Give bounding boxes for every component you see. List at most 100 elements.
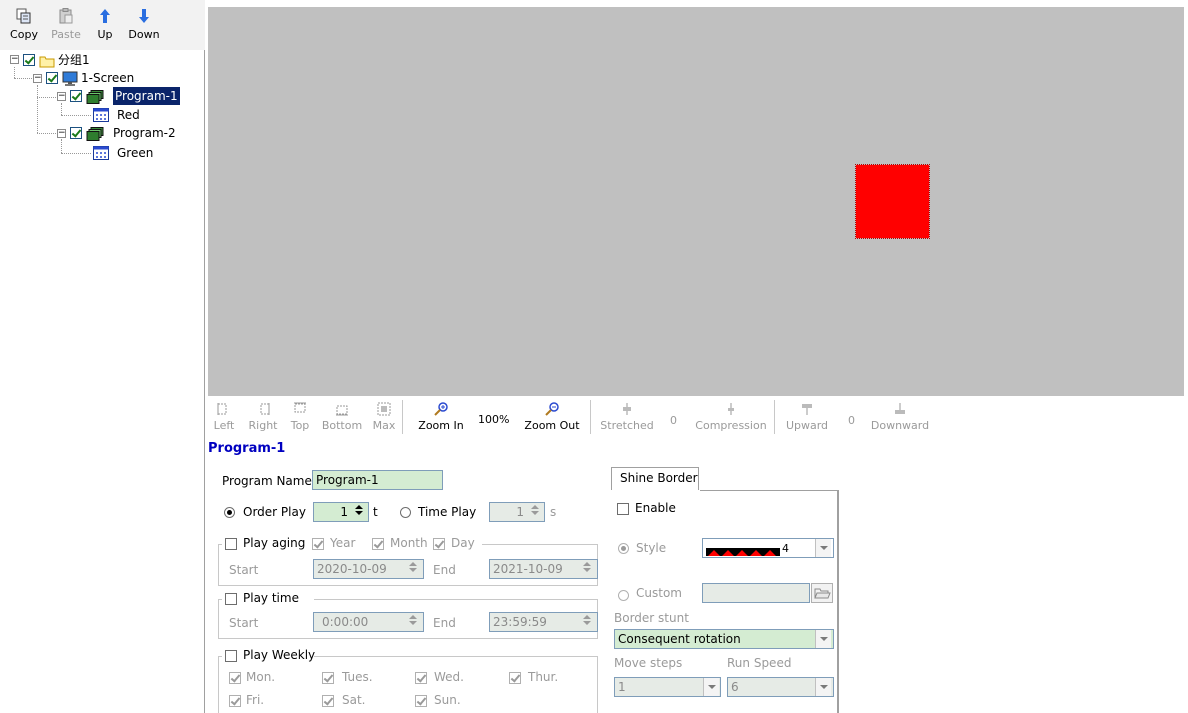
- shine-enable-checkbox[interactable]: [617, 503, 629, 515]
- program2-checkbox[interactable]: [70, 127, 82, 139]
- friday-checkbox[interactable]: [229, 695, 241, 707]
- aging-start-spinner[interactable]: [406, 560, 420, 578]
- zoom-in-button[interactable]: Zoom In: [418, 402, 464, 432]
- time-play-radio[interactable]: [400, 507, 411, 518]
- tree-line: [61, 103, 62, 115]
- time-end-spinner[interactable]: [580, 613, 594, 631]
- screen-checkbox[interactable]: [46, 72, 58, 84]
- copy-button[interactable]: Copy: [8, 8, 40, 48]
- tree-group-label[interactable]: 分组1: [58, 51, 90, 69]
- program1-checkbox[interactable]: [70, 90, 82, 102]
- area-icon: [93, 146, 109, 160]
- time-start-spinner[interactable]: [406, 613, 420, 631]
- month-checkbox[interactable]: [372, 538, 384, 550]
- day-checkbox[interactable]: [433, 538, 445, 550]
- order-play-label: Order Play: [243, 505, 306, 519]
- custom-path-input[interactable]: [702, 583, 810, 603]
- border-stunt-dropdown-arrow[interactable]: [815, 630, 831, 648]
- custom-radio[interactable]: [618, 590, 629, 601]
- play-aging-checkbox[interactable]: [225, 538, 237, 550]
- align-right-button[interactable]: Right: [246, 402, 280, 432]
- upward-button[interactable]: Upward: [784, 402, 830, 432]
- order-play-unit: t: [373, 505, 378, 519]
- saturday-checkbox[interactable]: [322, 695, 334, 707]
- stretched-label: Stretched: [600, 419, 654, 432]
- monday-checkbox[interactable]: [229, 672, 241, 684]
- play-weekly-checkbox[interactable]: [225, 650, 237, 662]
- tree-line: [37, 133, 56, 134]
- program-name-label: Program Name: [222, 474, 312, 488]
- paste-label: Paste: [51, 28, 81, 41]
- align-bottom-button[interactable]: Bottom: [320, 402, 364, 432]
- up-button[interactable]: Up: [92, 8, 118, 48]
- style-dropdown-arrow[interactable]: [815, 539, 831, 557]
- order-play-spinner[interactable]: [352, 503, 366, 521]
- tree-toolbar: Copy Paste Up Down: [0, 0, 205, 50]
- align-top-button[interactable]: Top: [287, 402, 313, 432]
- aging-end-label: End: [433, 563, 456, 577]
- style-radio[interactable]: [618, 543, 629, 554]
- play-time-checkbox[interactable]: [225, 593, 237, 605]
- align-left-button[interactable]: Left: [212, 402, 236, 432]
- time-play-unit: s: [550, 505, 557, 519]
- red-area-block[interactable]: [855, 164, 930, 239]
- thursday-checkbox[interactable]: [509, 672, 521, 684]
- tree-program1-label[interactable]: Program-1: [113, 87, 180, 105]
- preview-canvas[interactable]: [208, 7, 1184, 396]
- paste-icon: [58, 8, 74, 26]
- tree-screen-label[interactable]: 1-Screen: [81, 69, 134, 87]
- zoom-out-button[interactable]: Zoom Out: [524, 402, 580, 432]
- tab-join: [611, 490, 700, 492]
- align-left-icon: [217, 402, 231, 416]
- program-name-input[interactable]: Program-1: [312, 470, 443, 490]
- run-speed-label: Run Speed: [727, 656, 792, 670]
- maximize-button[interactable]: Max: [371, 402, 397, 432]
- folder-open-icon: [812, 588, 832, 605]
- paste-button[interactable]: Paste: [48, 8, 84, 48]
- stretched-button[interactable]: Stretched: [598, 402, 656, 432]
- tree-program2-label[interactable]: Program-2: [113, 124, 176, 142]
- run-speed-dropdown-arrow[interactable]: [815, 678, 831, 696]
- tree-expander[interactable]: −: [57, 129, 66, 138]
- move-steps-dropdown-arrow[interactable]: [703, 678, 719, 696]
- aging-start-label: Start: [229, 563, 259, 577]
- play-weekly-label: Play Weekly: [243, 648, 316, 662]
- compress-icon: [724, 402, 738, 416]
- time-play-spinner[interactable]: [528, 503, 542, 521]
- sunday-checkbox[interactable]: [415, 695, 427, 707]
- tab-shine-border-label: Shine Border: [620, 471, 698, 485]
- tree-expander[interactable]: −: [33, 74, 42, 83]
- toolbar-separator: [402, 400, 403, 434]
- tree-expander[interactable]: −: [57, 92, 66, 101]
- border-stunt-select[interactable]: Consequent rotation: [614, 629, 834, 649]
- browse-button[interactable]: [811, 583, 833, 603]
- tree-red-label[interactable]: Red: [117, 106, 140, 124]
- compression-button[interactable]: Compression: [694, 402, 768, 432]
- wednesday-checkbox[interactable]: [415, 672, 427, 684]
- toolbar-separator: [590, 400, 591, 434]
- friday-label: Fri.: [246, 693, 265, 707]
- downward-button[interactable]: Downward: [868, 402, 932, 432]
- tree-expander[interactable]: −: [10, 55, 19, 64]
- order-play-radio[interactable]: [224, 507, 235, 518]
- align-bottom-icon: [335, 402, 349, 416]
- tree-green-label[interactable]: Green: [117, 144, 153, 162]
- year-checkbox[interactable]: [312, 538, 324, 550]
- copy-icon: [16, 8, 32, 26]
- tree-line: [61, 153, 91, 154]
- play-time-label: Play time: [243, 591, 299, 605]
- aging-end-spinner[interactable]: [580, 560, 594, 578]
- tree-line: [61, 115, 91, 116]
- time-start-label: Start: [229, 616, 259, 630]
- downward-label: Downward: [870, 419, 930, 432]
- copy-label: Copy: [10, 28, 38, 41]
- tuesday-checkbox[interactable]: [322, 672, 334, 684]
- upward-label: Upward: [785, 419, 829, 432]
- arrow-down-icon: [136, 8, 152, 26]
- down-button[interactable]: Down: [126, 8, 162, 48]
- style-value: 4: [782, 542, 789, 555]
- upward-value: 0: [848, 414, 855, 427]
- align-bottom-label: Bottom: [321, 419, 363, 432]
- thursday-label: Thur.: [528, 670, 559, 684]
- group-checkbox[interactable]: [23, 54, 35, 66]
